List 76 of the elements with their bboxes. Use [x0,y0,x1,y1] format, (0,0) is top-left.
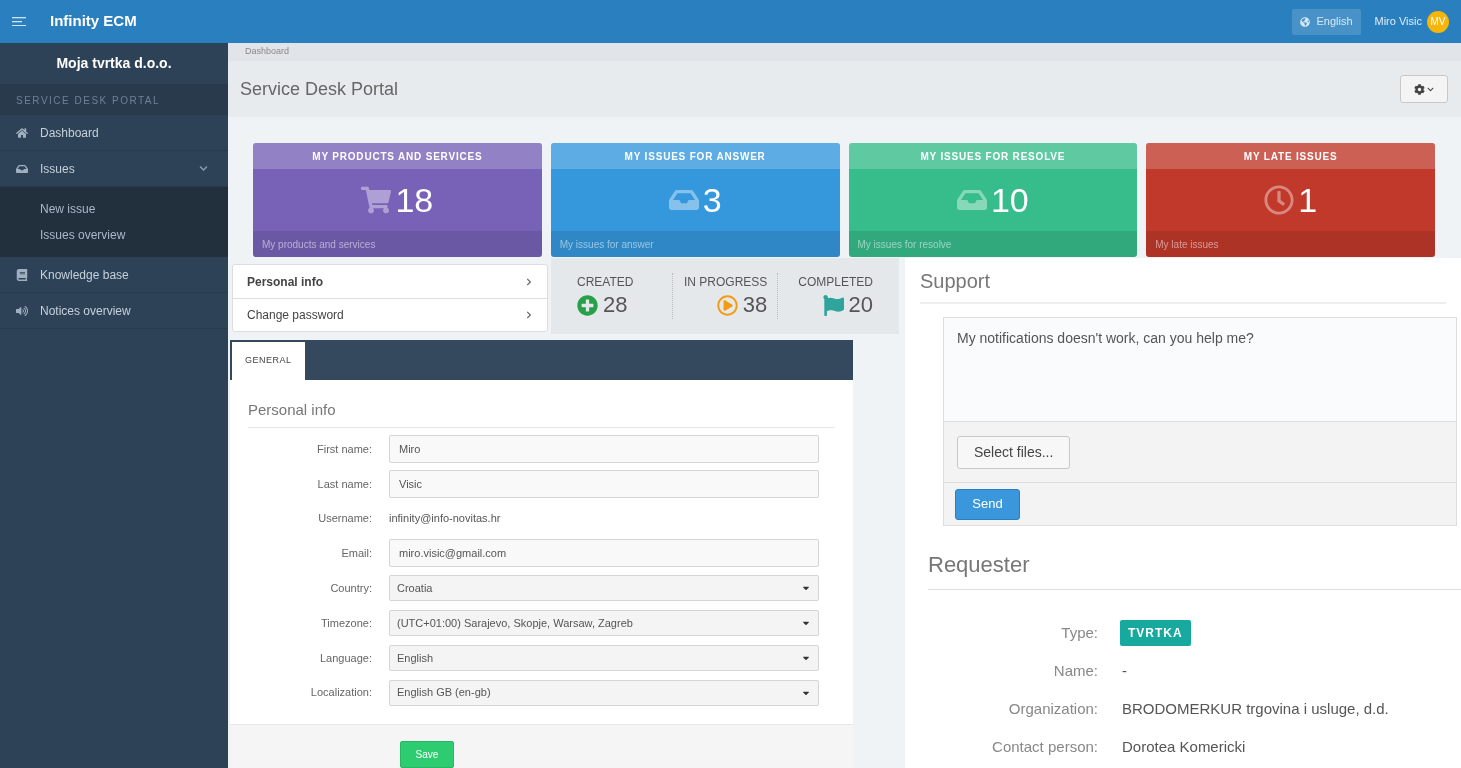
chevron-down-icon [199,164,208,173]
cart-icon [361,185,392,215]
stat-value: 28 [603,291,628,319]
field-label: Country: [329,580,373,596]
text-field[interactable]: Miro [389,435,819,463]
menu-icon[interactable] [12,17,26,26]
dropdown[interactable]: (UTC+01:00) Sarajevo, Skopje, Warsaw, Zagreb [389,610,819,636]
requester-label: Name: [1052,660,1099,681]
tile-count: 1 [1298,183,1318,217]
stat-tile[interactable]: MY PRODUCTS AND SERVICES 18 My products and services [253,143,542,257]
tile-title: MY ISSUES FOR ANSWER [624,149,766,164]
settings-button[interactable] [1400,75,1448,103]
requester-value: - [1121,660,1127,681]
support-heading: Support [920,270,991,292]
tile-footer: My issues for answer [559,236,654,252]
requester-value: Dorotea Komericki [1121,736,1246,757]
settings-icon [1414,83,1425,95]
user-name[interactable]: Miro Visic [1374,13,1422,30]
dropdown[interactable]: English [389,644,819,671]
profile-menu-item[interactable]: Change password [233,298,547,331]
section-heading: Personal info [248,400,336,418]
tile-title: MY LATE ISSUES [1243,149,1338,164]
submenu-item[interactable]: Issues overview [0,222,228,248]
field-label: Language: [319,650,373,666]
globe-icon [1300,16,1311,27]
chevron-right-icon [525,311,533,319]
tile-count: 3 [702,183,722,217]
stat-label: IN PROGRESS [684,274,768,292]
sidebar-icon [16,162,28,175]
tile-title: MY ISSUES FOR RESOLVE [920,149,1066,164]
tile-count: 10 [990,183,1029,217]
brand-title: Infinity ECM [50,11,138,32]
chevron-down-icon [1427,85,1434,93]
field-label: First name: [316,441,373,457]
clock-icon [1264,185,1295,215]
tab[interactable]: GENERAL [230,339,305,380]
sidebar-item[interactable]: Dashboard [0,115,228,151]
profile-menu-item[interactable]: Personal info [233,265,547,298]
stat-label: CREATED [577,274,634,292]
tile-footer: My late issues [1155,236,1219,252]
select-files-button[interactable]: Select files... [957,435,1071,469]
company-name: Moja tvrtka d.o.o. [56,54,172,73]
dropdown[interactable]: Croatia [389,575,819,602]
field-label: Localization: [309,685,373,701]
sidebar-icon [16,268,28,281]
stat-value: 38 [742,291,768,319]
submenu-item[interactable]: New issue [0,196,228,222]
sidebar-icon [16,126,28,139]
tile-count: 18 [395,183,434,217]
text-field[interactable]: miro.visic@gmail.com [389,539,819,568]
stat-value: 20 [848,291,873,319]
sidebar-item[interactable]: Knowledge base [0,257,228,293]
page-title: Service Desk Portal [240,77,400,101]
field-value: infinity@info-novitas.hr [389,511,501,527]
requester-label: Organization: [1007,698,1099,719]
type-tag: TVRTKA [1120,620,1191,646]
requester-value: BRODOMERKUR trgovina i usluge, d.d. [1121,698,1389,719]
field-label: Last name: [316,476,373,492]
section-header: SERVICE DESK PORTAL [16,93,161,108]
requester-heading: Requester [928,552,1030,577]
tile-title: MY PRODUCTS AND SERVICES [312,149,483,164]
requester-label: Contact person: [991,736,1099,757]
field-label: Timezone: [320,615,373,631]
stat-label: COMPLETED [798,274,873,292]
chevron-right-icon [525,277,533,286]
text-field[interactable]: Visic [389,469,819,498]
sidebar-icon [16,304,28,317]
message-field[interactable]: My notifications doesn't work, can you help me? [944,318,1456,422]
tile-footer: My products and services [262,236,376,252]
sidebar-item[interactable]: Notices overview [0,293,228,329]
field-label: Username: [317,511,373,527]
dropdown[interactable]: English GB (en-gb) [389,679,819,706]
tile-footer: My issues for resolve [857,236,952,252]
requester-label: Type: [1060,622,1099,643]
stat-tile[interactable]: MY LATE ISSUES 1 My late issues [1146,143,1435,257]
field-label: Email: [340,546,373,562]
